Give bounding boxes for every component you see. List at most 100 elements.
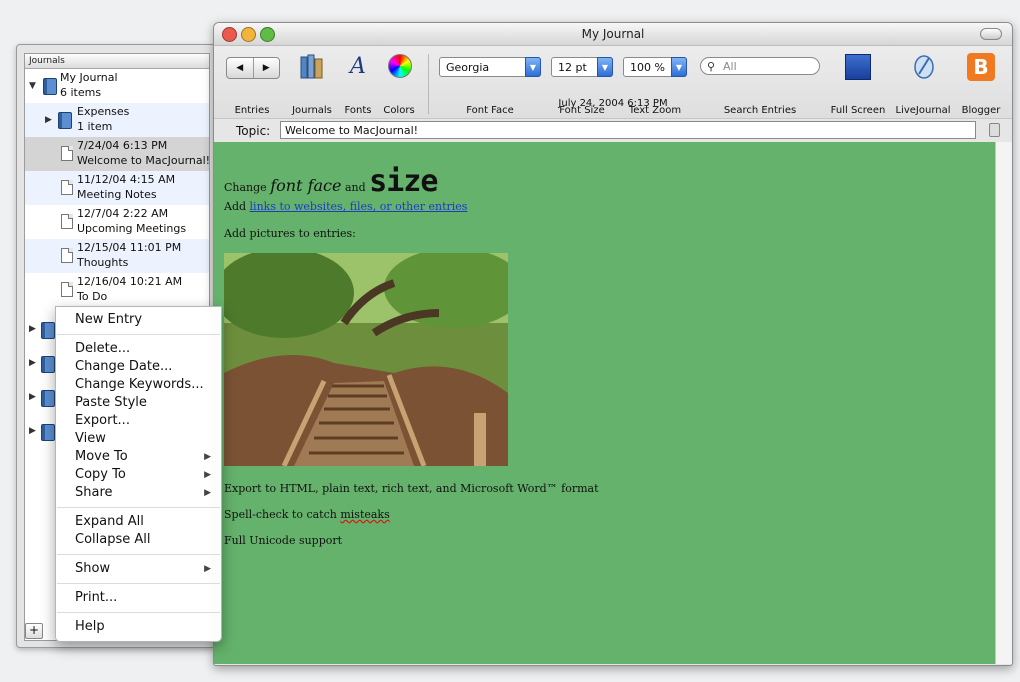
disclosure-open-icon[interactable]: ▼	[29, 81, 36, 91]
entry-date: 12/7/04 2:22 AM	[77, 207, 169, 220]
menu-item-change-date[interactable]: Change Date...	[75, 359, 172, 374]
topic-bar: Topic: Welcome to MacJournal!	[214, 118, 1012, 143]
menu-item-expand-all[interactable]: Expand All	[75, 514, 144, 529]
content-scrollbar[interactable]	[995, 142, 1012, 664]
livejournal-button[interactable]	[911, 52, 937, 80]
text-zoom-popup[interactable]: 100 % ▼	[623, 57, 687, 77]
entry-row[interactable]: 11/12/04 4:15 AM Meeting Notes	[25, 171, 209, 205]
entry-document-icon	[61, 146, 73, 161]
entry-row-selected[interactable]: 7/24/04 6:13 PM Welcome to MacJournal!	[25, 137, 209, 171]
full-screen-button[interactable]	[845, 54, 871, 80]
entry-date-line: July 24, 2004 6:13 PM	[558, 98, 668, 109]
content-line-export: Export to HTML, plain text, rich text, a…	[224, 482, 599, 495]
font-size-value: 12 pt	[558, 61, 587, 74]
journal-book-icon	[41, 424, 55, 441]
misspelled-word[interactable]: misteaks	[340, 508, 389, 521]
next-entry-button[interactable]: ▶	[252, 58, 280, 78]
lock-icon[interactable]	[989, 123, 1000, 137]
submenu-arrow-icon: ▶	[204, 452, 211, 462]
menu-separator	[57, 334, 220, 335]
content-line-unicode: Full Unicode support	[224, 534, 343, 547]
menu-item-export[interactable]: Export...	[75, 413, 130, 428]
entry-row[interactable]: 12/7/04 2:22 AM Upcoming Meetings	[25, 205, 209, 239]
content-fancy-text: font face	[270, 176, 342, 195]
disclosure-closed-icon[interactable]: ▶	[29, 324, 36, 334]
journals-button[interactable]	[300, 54, 324, 80]
font-face-value: Georgia	[446, 61, 490, 74]
menu-item-paste-style[interactable]: Paste Style	[75, 395, 147, 410]
content-line-fonts: Change font face and size	[224, 164, 438, 199]
journal-book-icon	[41, 322, 55, 339]
livejournal-icon	[914, 55, 934, 79]
entry-date: 11/12/04 4:15 AM	[77, 173, 176, 186]
color-wheel-icon	[388, 54, 412, 78]
journal-row-expenses[interactable]: ▶ Expenses 1 item	[25, 103, 209, 137]
entry-date: 12/15/04 11:01 PM	[77, 241, 182, 254]
submenu-arrow-icon: ▶	[204, 564, 211, 574]
entries-nav[interactable]: ◀ ▶	[226, 57, 280, 79]
content-line-links: Add links to websites, files, or other e…	[224, 200, 467, 213]
popup-arrow-icon: ▼	[597, 57, 613, 77]
colors-button[interactable]	[388, 54, 412, 78]
menu-separator	[57, 583, 220, 584]
menu-separator	[57, 554, 220, 555]
entry-title: Thoughts	[77, 256, 129, 269]
journal-name: My Journal	[60, 71, 118, 84]
content-text: Spell-check to catch	[224, 508, 337, 521]
journal-row-my-journal[interactable]: ▼ My Journal 6 items	[25, 69, 209, 103]
journal-count: 6 items	[60, 86, 102, 99]
menu-item-move-to[interactable]: Move To	[75, 449, 128, 464]
content-text: Change	[224, 181, 267, 194]
entry-row[interactable]: 12/15/04 11:01 PM Thoughts	[25, 239, 209, 273]
popup-arrow-icon: ▼	[525, 57, 541, 77]
content-text: and	[344, 181, 366, 194]
search-placeholder: All	[723, 60, 737, 73]
disclosure-closed-icon[interactable]: ▶	[29, 392, 36, 402]
blogger-button[interactable]: B	[967, 53, 995, 81]
entry-date: 12/16/04 10:21 AM	[77, 275, 183, 288]
entry-document-icon	[61, 248, 73, 263]
add-journal-button[interactable]: +	[25, 623, 43, 639]
menu-item-new-entry[interactable]: New Entry	[75, 312, 142, 327]
menu-item-share[interactable]: Share	[75, 485, 113, 500]
entry-document-icon	[61, 180, 73, 195]
journal-window: My Journal ◀ ▶ Entries Journals A Fonts …	[213, 22, 1013, 666]
menu-item-show[interactable]: Show	[75, 561, 110, 576]
font-face-popup[interactable]: Georgia ▼	[439, 57, 541, 77]
entry-photo[interactable]	[224, 253, 508, 466]
content-text: Add	[224, 200, 247, 213]
disclosure-closed-icon[interactable]: ▶	[29, 358, 36, 368]
entry-title: Welcome to MacJournal!	[77, 154, 210, 167]
menu-item-view[interactable]: View	[75, 431, 106, 446]
menu-item-help[interactable]: Help	[75, 619, 105, 634]
menu-item-change-keywords[interactable]: Change Keywords...	[75, 377, 204, 392]
content-line-spellcheck: Spell-check to catch misteaks	[224, 508, 390, 521]
disclosure-closed-icon[interactable]: ▶	[29, 426, 36, 436]
fonts-button[interactable]: A	[346, 54, 370, 80]
popup-arrow-icon: ▼	[671, 57, 687, 77]
entry-row[interactable]: 12/16/04 10:21 AM To Do	[25, 273, 209, 307]
topic-field[interactable]: Welcome to MacJournal!	[280, 121, 976, 139]
entry-title: Upcoming Meetings	[77, 222, 187, 235]
font-size-popup[interactable]: 12 pt ▼	[551, 57, 613, 77]
content-link[interactable]: links to websites, files, or other entri…	[250, 200, 468, 213]
content-line-pictures: Add pictures to entries:	[224, 227, 356, 240]
entry-title: To Do	[77, 290, 108, 303]
entry-content[interactable]: Change font face and size Add links to w…	[214, 142, 995, 664]
menu-item-print[interactable]: Print...	[75, 590, 117, 605]
title-bar[interactable]: My Journal	[214, 23, 1012, 46]
menu-item-delete[interactable]: Delete...	[75, 341, 130, 356]
text-zoom-value: 100 %	[630, 61, 665, 74]
topic-label: Topic:	[236, 124, 271, 138]
menu-separator	[57, 612, 220, 613]
journal-count: 1 item	[77, 120, 113, 133]
search-entries-field[interactable]: ⚲ All	[700, 57, 820, 75]
previous-entry-button[interactable]: ◀	[227, 58, 253, 78]
disclosure-closed-icon[interactable]: ▶	[45, 115, 52, 125]
menu-item-collapse-all[interactable]: Collapse All	[75, 532, 151, 547]
menu-item-copy-to[interactable]: Copy To	[75, 467, 126, 482]
toolbar-toggle-button[interactable]	[980, 28, 1002, 40]
entry-document-icon	[61, 282, 73, 297]
blogger-icon: B	[967, 53, 995, 81]
fonts-icon: A	[350, 54, 366, 79]
